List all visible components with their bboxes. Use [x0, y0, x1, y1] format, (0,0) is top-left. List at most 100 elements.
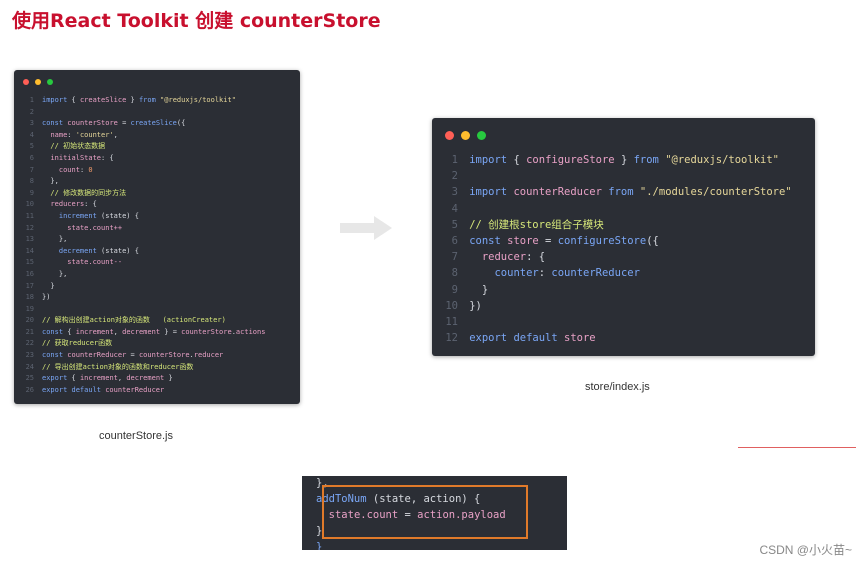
line-number: 17	[25, 281, 34, 290]
line-number: 12	[445, 332, 458, 345]
code-token: createSlice	[79, 96, 127, 104]
code-line: 23 const counterReducer = counterStore.re…	[24, 350, 265, 362]
code-token: : {	[84, 200, 97, 209]
code-token: import	[469, 154, 514, 166]
code-line: 3 const counterStore = createSlice({	[24, 118, 265, 130]
code-token: {	[513, 154, 527, 166]
code-line: 24 // 导出创建action对象的函数和reducer函数	[24, 362, 265, 374]
line-number: 1	[451, 154, 458, 166]
code-token: actions	[235, 327, 266, 336]
code-token: increment	[75, 327, 114, 336]
line-number: 14	[25, 246, 34, 255]
page-title: 使用React Toolkit 创建 counterStore	[12, 10, 381, 32]
code-token: (state) {	[96, 211, 139, 220]
code-token: const	[42, 351, 68, 360]
line-number: 4	[29, 130, 34, 139]
close-dot-icon	[23, 79, 29, 85]
code-token: from	[138, 96, 161, 104]
code-token: })	[42, 293, 51, 302]
code-token: store	[507, 235, 539, 248]
code-token: : {	[101, 153, 114, 162]
code-token: increment	[79, 374, 118, 383]
code-token: ({	[176, 119, 186, 128]
code-token: configureStore	[526, 154, 615, 166]
code-token: counterReducer	[551, 267, 640, 280]
code-token: }	[42, 281, 55, 290]
code-line: 1 import { configureStore } from "@reduxj…	[444, 152, 792, 168]
code-token: import	[469, 186, 514, 199]
code-token: "@reduxjs/toolkit"	[160, 96, 236, 104]
close-dot-icon	[445, 131, 454, 140]
code-token: initialState	[50, 153, 102, 162]
code-token: counterStore	[138, 351, 190, 360]
code-line: 8 counter: counterReducer	[444, 265, 792, 281]
code-line: 20 // 解构出创建action对象的函数 (actionCreater)	[24, 315, 265, 327]
code-token: const	[42, 327, 68, 336]
code-token: }	[614, 154, 634, 166]
code-token: // 创建根store组合子模块	[469, 218, 604, 231]
code-line: 2	[444, 168, 792, 184]
code-token: :	[538, 267, 552, 280]
code-token: decrement	[58, 246, 97, 255]
code-token: ,	[113, 130, 118, 139]
code-token: 'counter'	[75, 130, 114, 139]
line-number: 10	[445, 299, 458, 312]
code-token: ({	[646, 235, 659, 248]
line-number: 19	[25, 304, 34, 313]
code-token: reducer	[481, 251, 527, 264]
code-line: 8 },	[24, 176, 265, 188]
code-line: 9 }	[444, 282, 792, 298]
line-number: 3	[29, 119, 34, 128]
code-token: =	[538, 235, 558, 248]
code-line: 9 // 修改数据的同步方法	[24, 188, 265, 200]
code-line: 17 }	[24, 281, 265, 293]
code-token: }	[316, 541, 323, 550]
code-token: },	[42, 269, 68, 278]
line-number: 20	[25, 316, 34, 325]
code-token: name	[50, 130, 68, 139]
code-token: // 导出创建action对象的函数和reducer函数	[42, 362, 194, 371]
code-token: configureStore	[557, 235, 647, 248]
line-number: 10	[25, 200, 34, 209]
code-token: } =	[160, 327, 182, 336]
arrow-right-icon	[340, 216, 392, 240]
line-number: 23	[25, 351, 34, 360]
code-line: 18})	[24, 292, 265, 304]
line-number: 4	[451, 202, 458, 215]
code-line: 13 },	[24, 234, 265, 246]
code-token: reducers	[50, 200, 85, 209]
window-controls	[445, 131, 486, 140]
code-token: import	[42, 96, 72, 104]
code-token: counterReducer	[105, 385, 165, 394]
code-token: increment	[58, 211, 97, 220]
code-line: 6 const store = configureStore({	[444, 233, 792, 249]
line-number: 1	[29, 96, 34, 104]
code-token: state.count++	[67, 223, 123, 232]
code-line: 10})	[444, 298, 792, 314]
code-line: 10 reducers: {	[24, 199, 265, 211]
code-line: 5 // 初始状态数据	[24, 141, 265, 153]
code-token: const	[469, 235, 508, 248]
highlight-box	[322, 485, 528, 539]
line-number: 2	[29, 107, 34, 116]
caption-store-index: store/index.js	[585, 381, 650, 393]
line-number: 3	[451, 186, 458, 199]
line-number: 15	[25, 258, 34, 267]
code-block: 1 import { createSlice } from "@reduxjs/t…	[24, 95, 266, 396]
code-token: export	[42, 374, 72, 383]
code-token: // 获取reducer函数	[42, 339, 113, 348]
line-number: 21	[25, 327, 34, 336]
line-number: 26	[25, 385, 34, 394]
line-number: 6	[29, 153, 34, 162]
code-line: 15 state.count--	[24, 257, 265, 269]
line-number: 13	[25, 235, 34, 244]
code-token: =	[126, 351, 139, 360]
code-token: // 解构出创建action对象的函数 (actionCreater)	[42, 316, 226, 325]
code-token: : {	[526, 251, 546, 264]
code-line: 11	[444, 314, 792, 330]
